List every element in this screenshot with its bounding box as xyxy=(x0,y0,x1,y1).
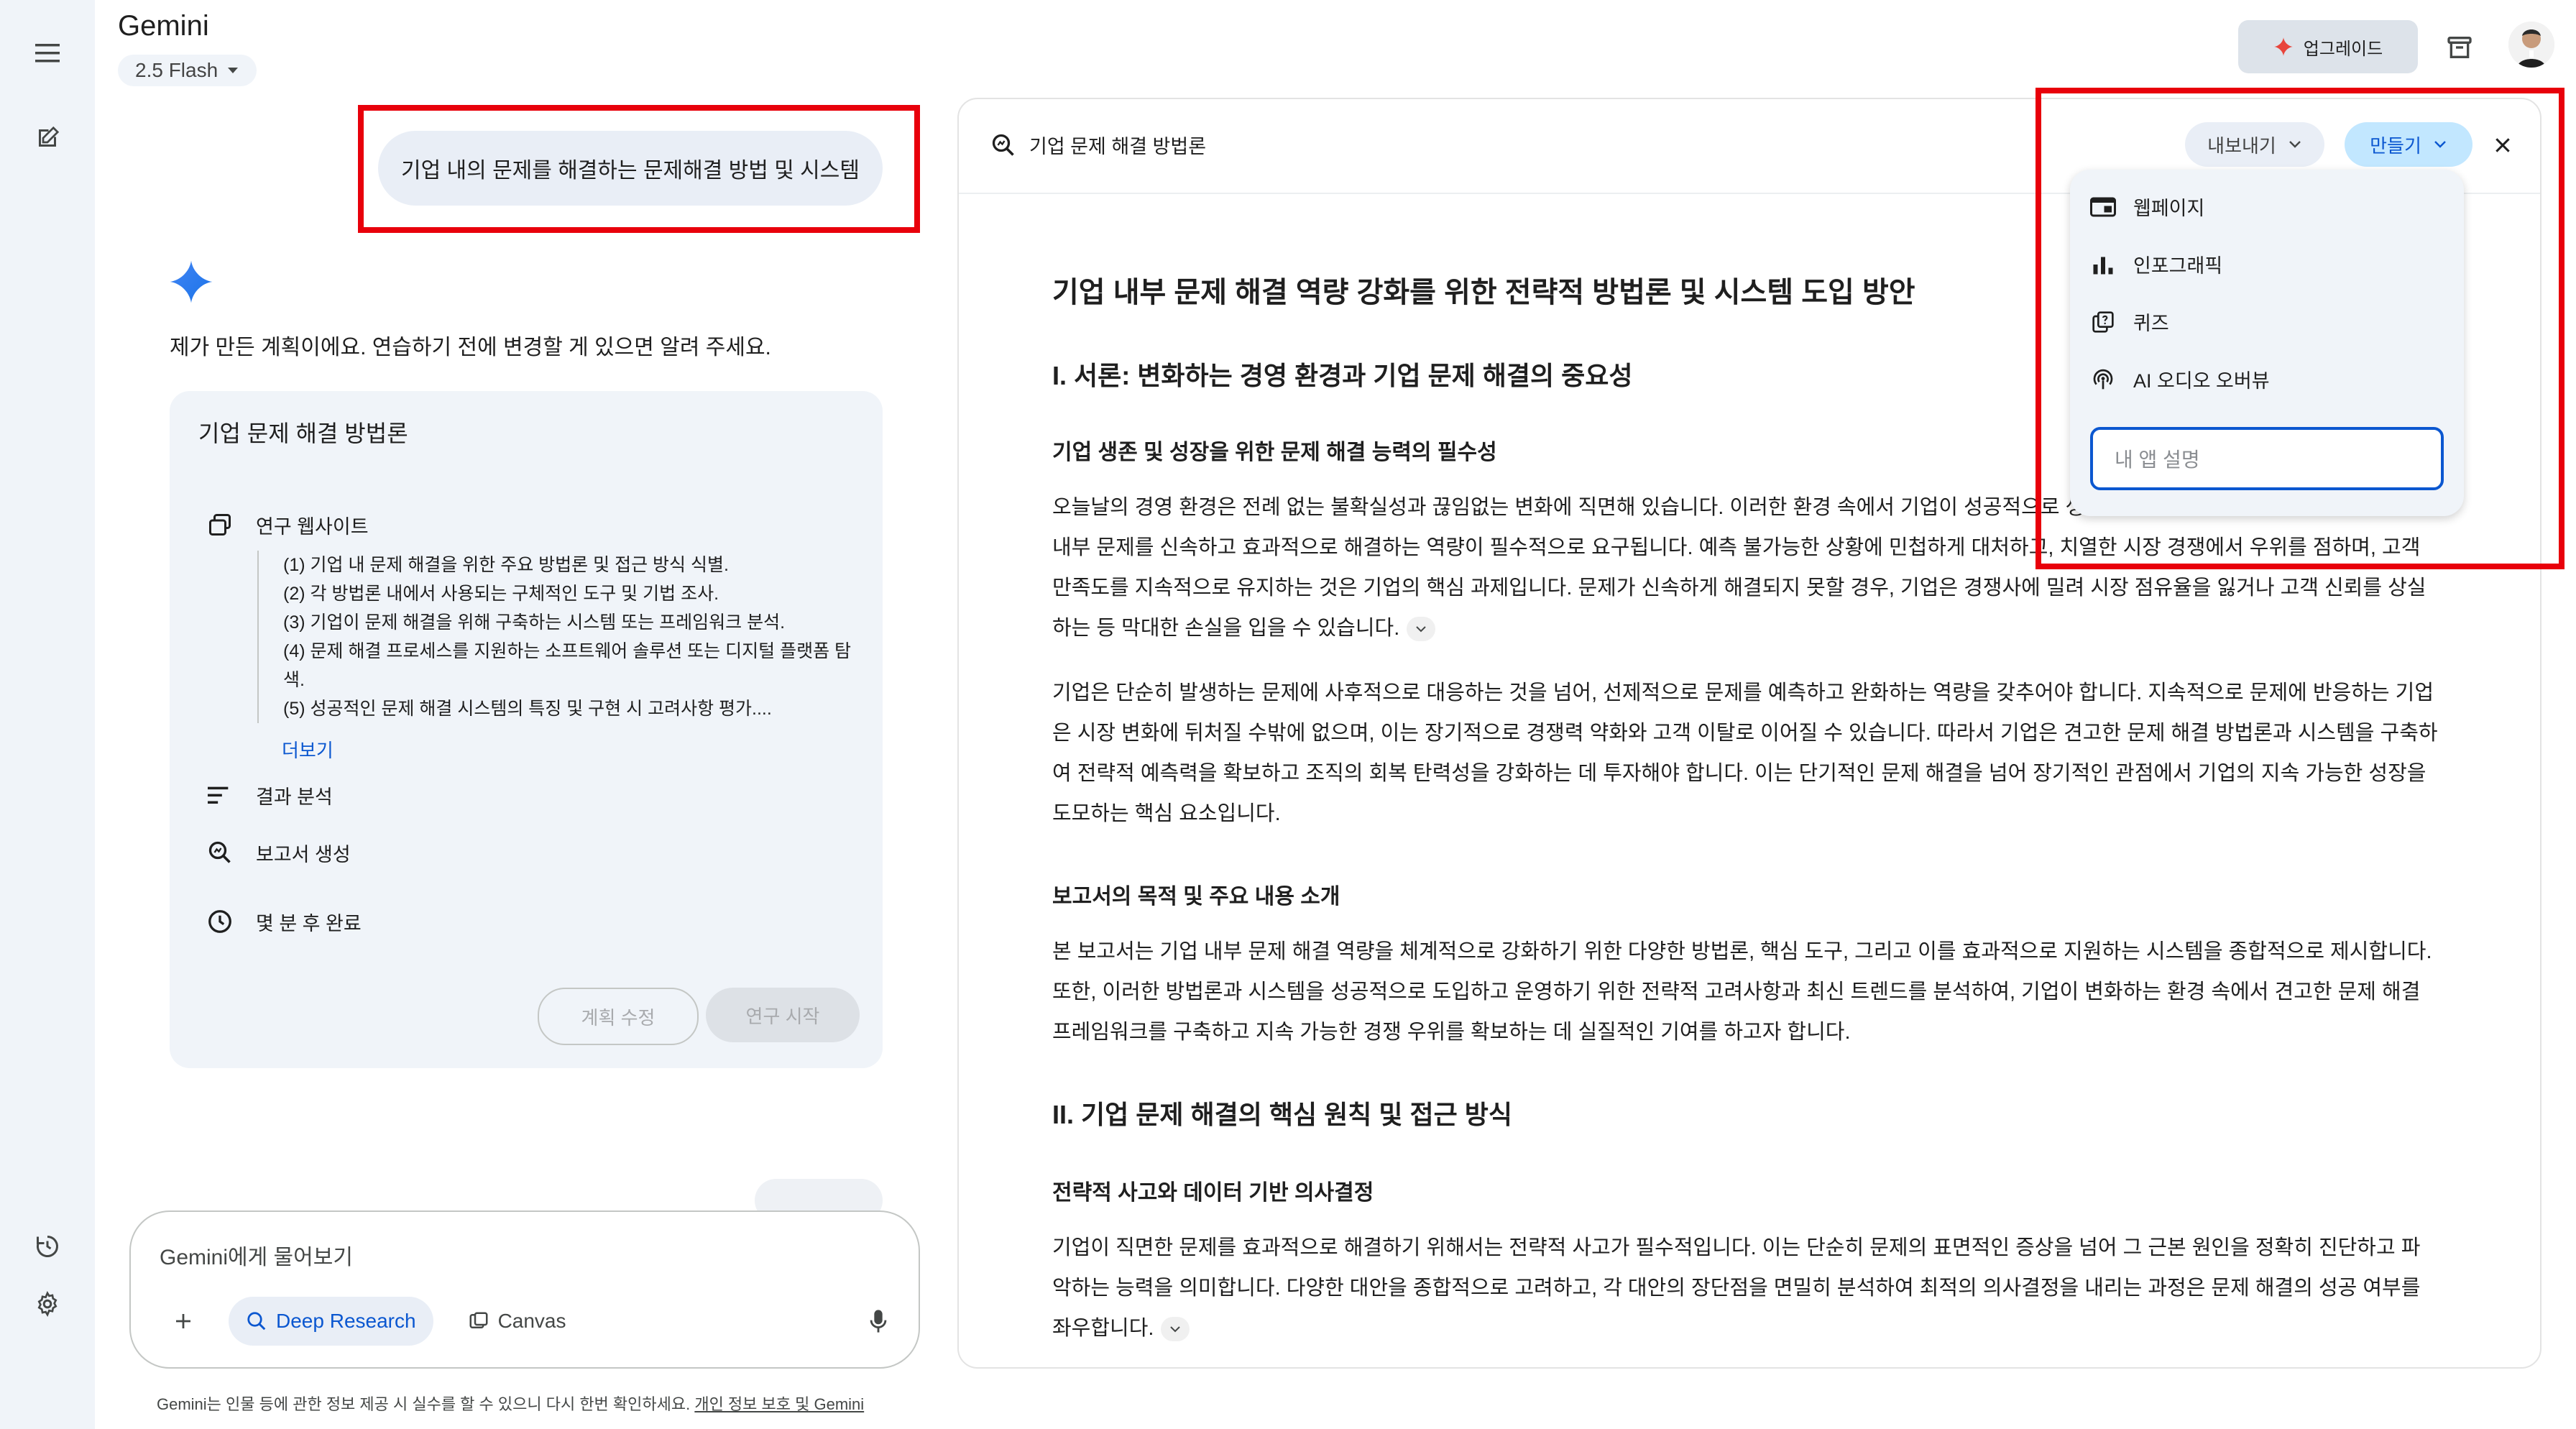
panel-title: 기업 문제 해결 방법론 xyxy=(990,131,1206,159)
mic-icon[interactable] xyxy=(864,1307,893,1336)
disclaimer-text: Gemini는 인물 등에 관한 정보 제공 시 실수를 할 수 있으니 다시 … xyxy=(157,1395,695,1413)
start-research-button[interactable]: 연구 시작 xyxy=(706,988,860,1042)
plan-step-label: 연구 웹사이트 xyxy=(256,515,369,538)
plan-step-analysis: 결과 분석 xyxy=(206,781,333,809)
avatar[interactable] xyxy=(2508,22,2554,68)
plus-icon xyxy=(176,1314,190,1328)
gemini-spark-icon xyxy=(170,260,213,303)
model-selector[interactable]: 2.5 Flash xyxy=(118,55,257,86)
plan-title: 기업 문제 해결 방법론 xyxy=(198,421,408,446)
paragraph: 기업이 직면한 문제를 효과적으로 해결하기 위해서는 전략적 사고가 필수적입… xyxy=(1052,1228,2439,1348)
panel-title-text: 기업 문제 해결 방법론 xyxy=(1029,136,1207,157)
prompt-input[interactable]: Gemini에게 물어보기 xyxy=(160,1239,353,1271)
show-more-link[interactable]: 더보기 xyxy=(257,736,334,763)
section-heading: I. 서론: 변화하는 경영 환경과 기업 문제 해결의 중요성 xyxy=(1052,361,1633,390)
paragraph-text: 기업이 직면한 문제를 효과적으로 해결하기 위해서는 전략적 사고가 필수적입… xyxy=(1052,1236,2421,1340)
plan-sub-item: (3) 기업이 문제 해결을 위해 구축하는 시스템 또는 프레임워크 분석. xyxy=(283,612,786,633)
edit-plan-button[interactable]: 계획 수정 xyxy=(538,988,699,1045)
side-rail xyxy=(0,0,95,1429)
deep-research-label: Deep Research xyxy=(276,1310,416,1332)
user-message-text: 기업 내의 문제를 해결하는 문제해결 방법 및 시스템 xyxy=(401,159,860,183)
input-toolbar: Deep Research Canvas xyxy=(155,1297,584,1346)
deep-research-icon xyxy=(247,1312,266,1331)
canvas-label: Canvas xyxy=(497,1310,566,1332)
report-icon xyxy=(206,838,234,867)
plan-sub-item: (4) 문제 해결 프로세스를 지원하는 소프트웨어 솔루션 또는 디지털 플랫… xyxy=(283,641,852,690)
doc-title: 기업 내부 문제 해결 역량 강화를 위한 전략적 방법론 및 시스템 도입 방… xyxy=(1052,277,1915,308)
plan-sub-item: (5) 성공적인 문제 해결 시스템의 특징 및 구현 시 고려사항 평가...… xyxy=(283,699,772,719)
history-icon[interactable] xyxy=(29,1228,66,1265)
upgrade-label: 업그레이드 xyxy=(2303,39,2383,59)
section-heading: II. 기업 문제 해결의 핵심 원칙 및 접근 방식 xyxy=(1052,1100,1512,1129)
research-plan-card: 기업 문제 해결 방법론 연구 웹사이트 (1) 기업 내 문제 해결을 위한 … xyxy=(170,391,883,1068)
plan-step-report: 보고서 생성 xyxy=(206,838,351,867)
archive-icon[interactable] xyxy=(2438,26,2481,69)
model-label: 2.5 Flash xyxy=(135,59,218,81)
plan-sub-item: (2) 각 방법론 내에서 사용되는 구체적인 도구 및 기법 조사. xyxy=(283,584,719,604)
add-button[interactable] xyxy=(155,1297,211,1346)
plan-step-research: 연구 웹사이트 xyxy=(206,510,369,539)
subsection-heading: 전략적 사고와 데이터 기반 의사결정 xyxy=(1052,1181,1374,1205)
app-title: Gemini xyxy=(118,10,209,42)
plan-step-label: 보고서 생성 xyxy=(256,843,351,865)
analysis-icon xyxy=(206,781,234,809)
privacy-link[interactable]: 개인 정보 보호 및 Gemini xyxy=(694,1395,864,1413)
paragraph: 기업은 단순히 발생하는 문제에 사후적으로 대응하는 것을 넘어, 선제적으로… xyxy=(1052,681,2438,825)
subsection-heading: 기업 생존 및 성장을 위한 문제 해결 능력의 필수성 xyxy=(1052,441,1497,464)
prompt-input-box[interactable]: Gemini에게 물어보기 Deep Research Canvas xyxy=(129,1210,920,1369)
plan-step-label: 결과 분석 xyxy=(256,786,333,808)
plan-step-label: 몇 분 후 완료 xyxy=(256,912,362,934)
assistant-intro: 제가 만든 계획이에요. 연습하기 전에 변경할 게 있으면 알려 주세요. xyxy=(170,336,771,359)
menu-icon[interactable] xyxy=(29,35,66,72)
expand-icon[interactable] xyxy=(1161,1317,1190,1342)
caret-down-icon xyxy=(228,68,239,73)
disclaimer: Gemini는 인물 등에 관한 정보 제공 시 실수를 할 수 있으니 다시 … xyxy=(157,1392,864,1415)
new-chat-icon[interactable] xyxy=(29,119,66,157)
deep-research-chip[interactable]: Deep Research xyxy=(229,1297,433,1346)
canvas-chip[interactable]: Canvas xyxy=(451,1297,584,1346)
expand-icon[interactable] xyxy=(1407,617,1436,642)
sparkle-icon xyxy=(2273,37,2293,56)
research-icon xyxy=(206,510,234,539)
canvas-icon xyxy=(469,1312,488,1328)
highlight-box-create xyxy=(2036,88,2564,569)
plan-sub-list: (1) 기업 내 문제 해결을 위한 주요 방법론 및 접근 방식 식별. (2… xyxy=(257,551,861,723)
subsection-heading: 보고서의 목적 및 주요 내용 소개 xyxy=(1052,885,1340,909)
paragraph: 본 보고서는 기업 내부 문제 해결 역량을 체계적으로 강화하기 위한 다양한… xyxy=(1052,940,2432,1044)
report-icon xyxy=(992,134,1014,156)
user-message-bubble: 기업 내의 문제를 해결하는 문제해결 방법 및 시스템 xyxy=(378,131,883,206)
plan-sub-item: (1) 기업 내 문제 해결을 위한 주요 방법론 및 접근 방식 식별. xyxy=(283,555,729,575)
clock-icon xyxy=(206,907,234,936)
plan-step-eta: 몇 분 후 완료 xyxy=(206,907,362,936)
upgrade-button[interactable]: 업그레이드 xyxy=(2238,20,2418,73)
settings-icon[interactable] xyxy=(29,1285,66,1323)
